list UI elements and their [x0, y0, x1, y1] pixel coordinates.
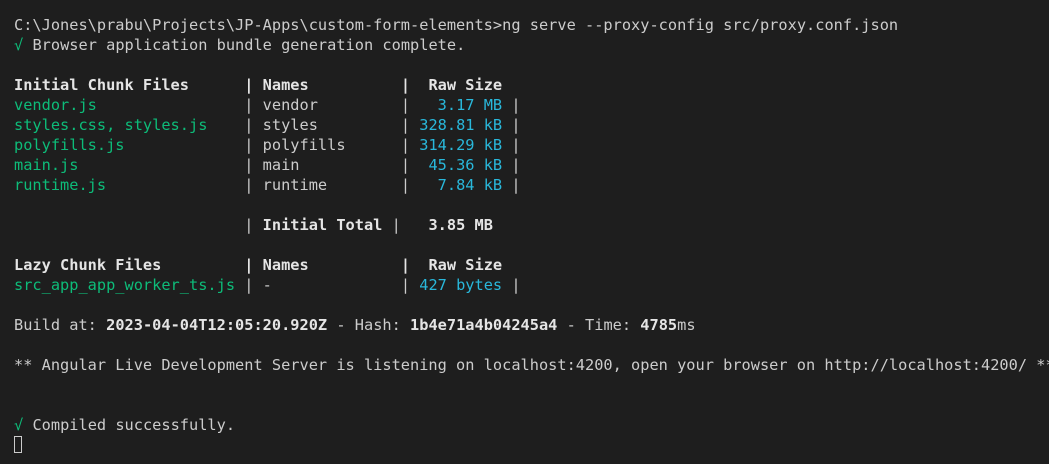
compiled-status-text: Compiled successfully.	[32, 416, 236, 434]
hash-value: 1b4e71a4b04245a4	[410, 316, 558, 334]
bundle-status-text: Browser application bundle generation co…	[32, 36, 466, 54]
header-lazy-chunk-files: Lazy Chunk Files	[14, 256, 162, 274]
prompt-path: C:\Jones\prabu\Projects\JP-Apps\custom-f…	[14, 16, 503, 34]
chunk-file: main.js	[14, 156, 79, 174]
initial-table-header: Initial Chunk Files | Names | Raw Size	[14, 76, 503, 94]
table-row: polyfills.js | polyfills | 314.29 kB |	[14, 136, 521, 154]
terminal-window[interactable]: C:\Jones\prabu\Projects\JP-Apps\custom-f…	[0, 0, 1049, 464]
header-initial-chunk-files: Initial Chunk Files	[14, 76, 189, 94]
initial-total-value: 3.85 MB	[428, 216, 493, 234]
header-names: Names	[262, 256, 309, 274]
chunk-file: vendor.js	[14, 96, 97, 114]
chunk-name: vendor	[262, 96, 318, 114]
chunk-size: 314.29 kB	[419, 136, 503, 154]
header-names: Names	[262, 76, 309, 94]
hash-label: - Hash:	[327, 316, 411, 334]
bundle-status-line: √ Browser application bundle generation …	[14, 35, 1049, 55]
build-info-line: Build at: 2023-04-04T12:05:20.920Z - Has…	[14, 315, 1049, 335]
table-row: src_app_app_worker_ts.js | - | 427 bytes…	[14, 276, 521, 294]
header-raw-size: Raw Size	[428, 76, 503, 94]
chunk-name: runtime	[262, 176, 328, 194]
chunk-file: polyfills.js	[14, 136, 125, 154]
chunk-file: styles.css, styles.js	[14, 116, 208, 134]
cursor-icon[interactable]	[14, 436, 22, 453]
time-label: - Time:	[557, 316, 641, 334]
chunk-size: 3.17 MB	[437, 96, 503, 114]
chunk-name: main	[262, 156, 300, 174]
server-message: ** Angular Live Development Server is li…	[14, 356, 1049, 374]
check-icon: √	[14, 416, 24, 434]
command-line: C:\Jones\prabu\Projects\JP-Apps\custom-f…	[14, 15, 1049, 35]
initial-total-label: Initial Total	[262, 216, 383, 234]
table-row: styles.css, styles.js | styles | 328.81 …	[14, 116, 521, 134]
table-row: main.js | main | 45.36 kB |	[14, 156, 521, 174]
initial-total-row: | Initial Total | 3.85 MB	[14, 216, 493, 234]
chunk-size: 7.84 kB	[437, 176, 503, 194]
chunk-file: runtime.js	[14, 176, 107, 194]
chunk-size: 328.81 kB	[419, 116, 503, 134]
chunk-name: -	[262, 276, 272, 294]
compiled-status-line: √ Compiled successfully.	[14, 415, 1049, 435]
command-text: ng serve --proxy-config src/proxy.conf.j…	[502, 16, 899, 34]
chunk-name: polyfills	[262, 136, 346, 154]
check-icon: √	[14, 36, 24, 54]
time-unit: ms	[677, 316, 696, 334]
build-at-label: Build at:	[14, 316, 107, 334]
chunk-name: styles	[262, 116, 318, 134]
header-raw-size: Raw Size	[428, 256, 503, 274]
cursor-line[interactable]	[14, 435, 1049, 455]
chunk-size: 427 bytes	[419, 276, 503, 294]
server-message-line: ** Angular Live Development Server is li…	[14, 355, 1049, 375]
chunk-file: src_app_app_worker_ts.js	[14, 276, 236, 294]
time-value: 4785	[640, 316, 678, 334]
table-row: vendor.js | vendor | 3.17 MB |	[14, 96, 521, 114]
lazy-table-header: Lazy Chunk Files | Names | Raw Size	[14, 256, 503, 274]
chunk-size: 45.36 kB	[428, 156, 503, 174]
build-at-value: 2023-04-04T12:05:20.920Z	[106, 316, 328, 334]
table-row: runtime.js | runtime | 7.84 kB |	[14, 176, 521, 194]
